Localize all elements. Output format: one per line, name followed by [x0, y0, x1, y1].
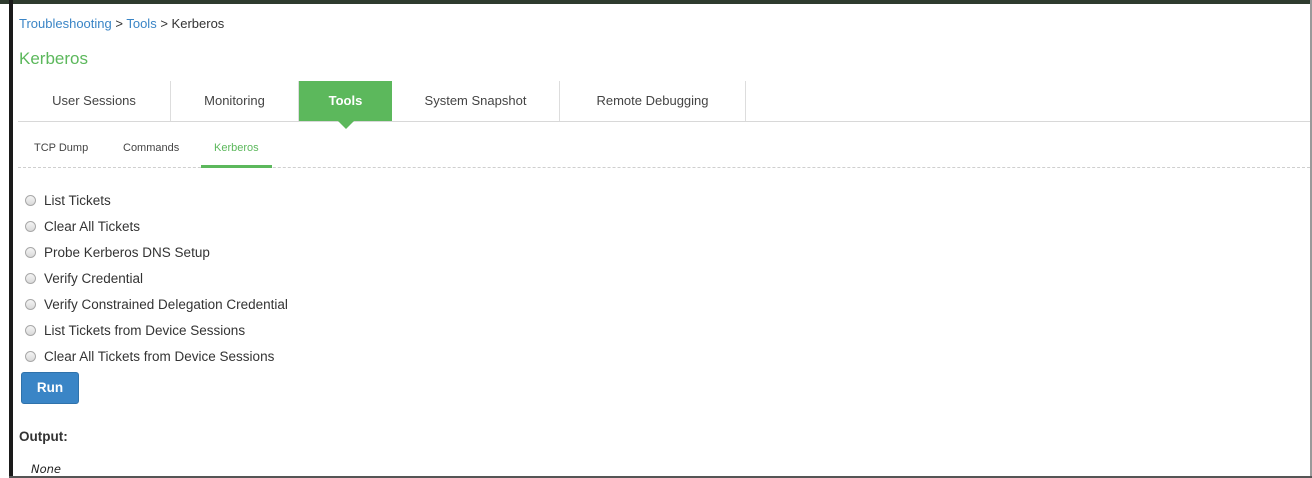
radio-button[interactable] — [25, 324, 36, 336]
option-probe-kerberos-dns-setup[interactable]: Probe Kerberos DNS Setup — [25, 239, 288, 265]
option-label: Verify Constrained Delegation Credential — [44, 296, 288, 312]
breadcrumb-separator: > — [160, 16, 172, 31]
option-label: Probe Kerberos DNS Setup — [44, 244, 210, 260]
subtab-label: Kerberos — [214, 142, 259, 154]
option-list-tickets-from-device-sessions[interactable]: List Tickets from Device Sessions — [25, 317, 288, 343]
option-list-tickets[interactable]: List Tickets — [25, 187, 288, 213]
run-button[interactable]: Run — [21, 372, 79, 404]
option-label: Clear All Tickets — [44, 218, 141, 234]
subtab-commands[interactable]: Commands — [123, 142, 179, 167]
sub-tabs: TCP Dump Commands Kerberos — [18, 137, 1310, 168]
tab-tools[interactable]: Tools — [299, 81, 392, 129]
radio-button[interactable] — [25, 272, 36, 284]
radio-button[interactable] — [25, 194, 36, 206]
option-label: Clear All Tickets from Device Sessions — [44, 348, 275, 364]
option-verify-credential[interactable]: Verify Credential — [25, 265, 288, 291]
output-label: Output: — [19, 429, 68, 444]
main-tabs: User Sessions Monitoring Tools System Sn… — [18, 81, 1310, 129]
radio-button[interactable] — [25, 246, 36, 258]
subtab-label: Commands — [123, 142, 180, 154]
option-clear-all-tickets[interactable]: Clear All Tickets — [25, 213, 288, 239]
breadcrumb-link-tools[interactable]: Tools — [126, 16, 156, 31]
tab-remote-debugging[interactable]: Remote Debugging — [560, 81, 746, 121]
option-label: Verify Credential — [44, 270, 144, 286]
radio-button[interactable] — [25, 298, 36, 310]
breadcrumb-link-troubleshooting[interactable]: Troubleshooting — [19, 16, 112, 31]
active-subtab-indicator — [201, 165, 272, 168]
subtab-label: TCP Dump — [34, 142, 89, 154]
radio-button[interactable] — [25, 350, 36, 362]
breadcrumb-current: Kerberos — [171, 16, 225, 31]
option-label: List Tickets — [44, 192, 111, 208]
tab-system-snapshot[interactable]: System Snapshot — [392, 81, 560, 121]
main-content: Troubleshooting > Tools > Kerberos Kerbe… — [13, 4, 1310, 476]
tab-monitoring[interactable]: Monitoring — [171, 81, 299, 121]
option-clear-all-tickets-from-device-sessions[interactable]: Clear All Tickets from Device Sessions — [25, 343, 288, 369]
tab-user-sessions[interactable]: User Sessions — [18, 81, 171, 121]
breadcrumb-separator: > — [115, 16, 127, 31]
subtab-tcp-dump[interactable]: TCP Dump — [34, 142, 88, 167]
output-value: None — [31, 462, 62, 476]
kerberos-options: List Tickets Clear All Tickets Probe Ker… — [25, 187, 288, 369]
option-label: List Tickets from Device Sessions — [44, 322, 246, 338]
page-title: Kerberos — [19, 49, 88, 68]
breadcrumb: Troubleshooting > Tools > Kerberos — [19, 16, 224, 31]
subtab-kerberos[interactable]: Kerberos — [201, 142, 272, 168]
option-verify-constrained-delegation-credential[interactable]: Verify Constrained Delegation Credential — [25, 291, 288, 317]
radio-button[interactable] — [25, 220, 36, 232]
